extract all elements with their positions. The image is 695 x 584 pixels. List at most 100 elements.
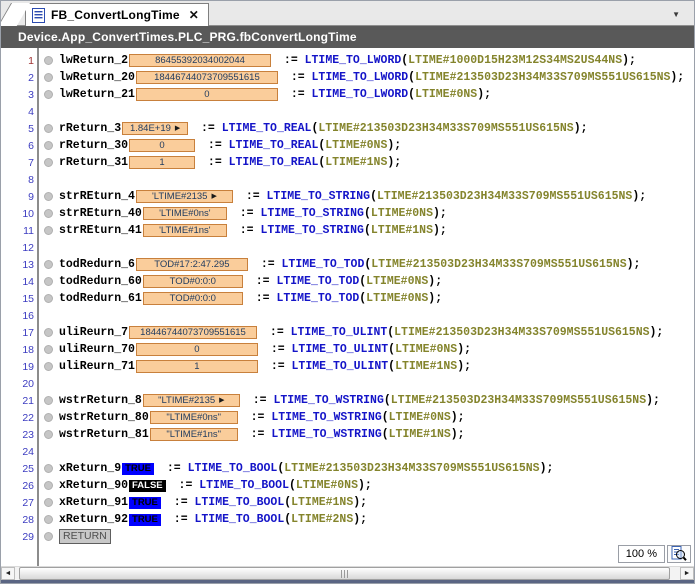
chevron-down-icon[interactable]: ▼ <box>672 10 680 19</box>
breakpoint-column[interactable] <box>37 294 59 303</box>
value-box[interactable]: 'LTIME#1ns' <box>142 224 227 237</box>
code-text[interactable]: todRedurn_6 TOD#17:2:47.295 := LTIME_TO_T… <box>59 258 640 271</box>
breakpoint-indicator[interactable] <box>43 464 53 473</box>
breakpoint-indicator[interactable] <box>43 413 53 422</box>
breakpoint-indicator[interactable] <box>43 294 53 303</box>
code-text[interactable]: xReturn_92 TRUE := LTIME_TO_BOOL(LTIME#2N… <box>59 513 367 526</box>
value-box[interactable]: 18446744073709551615 <box>129 326 258 339</box>
close-icon[interactable]: ✕ <box>189 9 199 21</box>
code-text[interactable]: lwReturn_2 86455392034002044 := LTIME_TO_… <box>59 54 636 67</box>
code-text[interactable]: uliReurn_7 18446744073709551615 := LTIME_… <box>59 326 663 339</box>
code-line[interactable]: 21 wstrReturn_8 "LTIME#2135 ▶ := LTIME_TO_… <box>1 392 694 409</box>
code-text[interactable]: xReturn_9 TRUE := LTIME_TO_BOOL(LTIME#213… <box>59 462 553 475</box>
scroll-left-button[interactable]: ◄ <box>1 567 15 580</box>
code-line[interactable]: 22 wstrReturn_80 "LTIME#0ns" := LTIME_TO_… <box>1 409 694 426</box>
breakpoint-indicator[interactable] <box>43 73 53 82</box>
breakpoint-column[interactable] <box>37 481 59 490</box>
code-line[interactable]: 4 <box>1 103 694 120</box>
breakpoint-indicator[interactable] <box>43 481 53 490</box>
breakpoint-column[interactable] <box>37 192 59 201</box>
value-box[interactable]: 'LTIME#2135 ▶ <box>135 190 233 203</box>
breakpoint-indicator[interactable] <box>43 328 53 337</box>
code-line[interactable]: 10 strREturn_40 'LTIME#0ns' := LTIME_TO_S… <box>1 205 694 222</box>
code-text[interactable]: wstrReturn_80 "LTIME#0ns" := LTIME_TO_WST… <box>59 411 465 424</box>
value-box[interactable]: TOD#17:2:47.295 <box>135 258 248 271</box>
code-line[interactable]: 26 xReturn_90 FALSE := LTIME_TO_BOOL(LTIM… <box>1 477 694 494</box>
breakpoint-column[interactable] <box>37 447 59 456</box>
zoom-level-button[interactable]: 100 % <box>617 545 665 563</box>
breakpoint-indicator[interactable] <box>43 277 53 286</box>
code-text[interactable]: strREturn_4 'LTIME#2135 ▶ := LTIME_TO_STRI… <box>59 190 646 203</box>
code-line[interactable]: 27 xReturn_91 TRUE := LTIME_TO_BOOL(LTIME… <box>1 494 694 511</box>
value-box[interactable]: 0 <box>135 343 258 356</box>
breakpoint-indicator[interactable] <box>43 158 53 167</box>
breakpoint-column[interactable] <box>37 532 59 541</box>
code-text[interactable]: todRedurn_61 TOD#0:0:0 := LTIME_TO_TOD(LT… <box>59 292 442 305</box>
breakpoint-column[interactable] <box>37 243 59 252</box>
value-box[interactable]: 1.84E+19 ▶ <box>122 122 189 135</box>
code-line[interactable]: 11 strREturn_41 'LTIME#1ns' := LTIME_TO_S… <box>1 222 694 239</box>
code-line[interactable]: 2 lwReturn_20 18446744073709551615 := LTI… <box>1 69 694 86</box>
breakpoint-indicator[interactable] <box>43 430 53 439</box>
code-line[interactable]: 9 strREturn_4 'LTIME#2135 ▶ := LTIME_TO_ST… <box>1 188 694 205</box>
bool-value-box[interactable]: TRUE <box>122 462 154 475</box>
code-text[interactable]: todRedurn_60 TOD#0:0:0 := LTIME_TO_TOD(LT… <box>59 275 442 288</box>
value-box[interactable]: 86455392034002044 <box>129 54 272 67</box>
code-text[interactable]: rReturn_3 1.84E+19 ▶ := LTIME_TO_REAL(LTIM… <box>59 122 588 135</box>
code-line[interactable]: 28 xReturn_92 TRUE := LTIME_TO_BOOL(LTIME… <box>1 511 694 528</box>
breakpoint-column[interactable] <box>37 498 59 507</box>
code-text[interactable]: wstrReturn_8 "LTIME#2135 ▶ := LTIME_TO_WST… <box>59 394 660 407</box>
breakpoint-column[interactable] <box>37 515 59 524</box>
value-box[interactable]: 1 <box>135 360 258 373</box>
value-box[interactable]: 18446744073709551615 <box>135 71 278 84</box>
breakpoint-column[interactable] <box>37 430 59 439</box>
code-line[interactable]: 25 xReturn_9 TRUE := LTIME_TO_BOOL(LTIME#… <box>1 460 694 477</box>
value-box[interactable]: 'LTIME#0ns' <box>142 207 227 220</box>
code-line[interactable]: 18 uliReurn_70 0 := LTIME_TO_ULINT(LTIME#… <box>1 341 694 358</box>
breakpoint-indicator[interactable] <box>43 498 53 507</box>
breakpoint-indicator[interactable] <box>43 226 53 235</box>
scrollbar-track[interactable] <box>15 567 680 580</box>
code-text[interactable]: xReturn_90 FALSE := LTIME_TO_BOOL(LTIME#0… <box>59 479 372 492</box>
code-line[interactable]: 24 <box>1 443 694 460</box>
breakpoint-indicator[interactable] <box>43 260 53 269</box>
breakpoint-indicator[interactable] <box>43 345 53 354</box>
scroll-right-button[interactable]: ► <box>680 567 694 580</box>
bool-value-box[interactable]: TRUE <box>129 513 161 526</box>
value-box[interactable]: 1 <box>129 156 196 169</box>
breakpoint-column[interactable] <box>37 141 59 150</box>
code-line[interactable]: 6 rReturn_30 0 := LTIME_TO_REAL(LTIME#0NS… <box>1 137 694 154</box>
code-text[interactable]: lwReturn_20 18446744073709551615 := LTIME… <box>59 71 684 84</box>
breakpoint-column[interactable] <box>37 345 59 354</box>
code-line[interactable]: 14 todRedurn_60 TOD#0:0:0 := LTIME_TO_TOD… <box>1 273 694 290</box>
code-line[interactable]: 5 rReturn_3 1.84E+19 ▶ := LTIME_TO_REAL(LT… <box>1 120 694 137</box>
value-box[interactable]: "LTIME#0ns" <box>149 411 238 424</box>
breakpoint-column[interactable] <box>37 56 59 65</box>
breakpoint-column[interactable] <box>37 260 59 269</box>
breakpoint-column[interactable] <box>37 464 59 473</box>
code-editor[interactable]: 1 lwReturn_2 86455392034002044 := LTIME_T… <box>1 48 694 566</box>
breakpoint-column[interactable] <box>37 107 59 116</box>
breakpoint-indicator[interactable] <box>43 532 53 541</box>
code-text[interactable]: uliReurn_70 0 := LTIME_TO_ULINT(LTIME#0NS… <box>59 343 471 356</box>
bool-value-box[interactable]: FALSE <box>129 479 166 492</box>
code-text[interactable]: rReturn_31 1 := LTIME_TO_REAL(LTIME#1NS); <box>59 156 401 169</box>
code-line[interactable]: 12 <box>1 239 694 256</box>
breakpoint-indicator[interactable] <box>43 192 53 201</box>
value-box[interactable]: TOD#0:0:0 <box>142 292 243 305</box>
magnifier-button[interactable] <box>667 545 691 563</box>
code-text[interactable]: rReturn_30 0 := LTIME_TO_REAL(LTIME#0NS); <box>59 139 401 152</box>
code-line[interactable]: 29 RETURN <box>1 528 694 545</box>
code-line[interactable]: 16 <box>1 307 694 324</box>
code-text[interactable]: strREturn_41 'LTIME#1ns' := LTIME_TO_STRI… <box>59 224 447 237</box>
breakpoint-column[interactable] <box>37 362 59 371</box>
breakpoint-indicator[interactable] <box>43 396 53 405</box>
horizontal-scrollbar[interactable]: ◄ ► <box>1 566 694 580</box>
breakpoint-indicator[interactable] <box>43 362 53 371</box>
code-line[interactable]: 23 wstrReturn_81 "LTIME#1ns" := LTIME_TO_… <box>1 426 694 443</box>
code-line[interactable]: 19 uliReurn_71 1 := LTIME_TO_ULINT(LTIME#… <box>1 358 694 375</box>
breakpoint-column[interactable] <box>37 311 59 320</box>
breakpoint-column[interactable] <box>37 90 59 99</box>
code-line[interactable]: 1 lwReturn_2 86455392034002044 := LTIME_T… <box>1 52 694 69</box>
value-box[interactable]: "LTIME#2135 ▶ <box>142 394 240 407</box>
